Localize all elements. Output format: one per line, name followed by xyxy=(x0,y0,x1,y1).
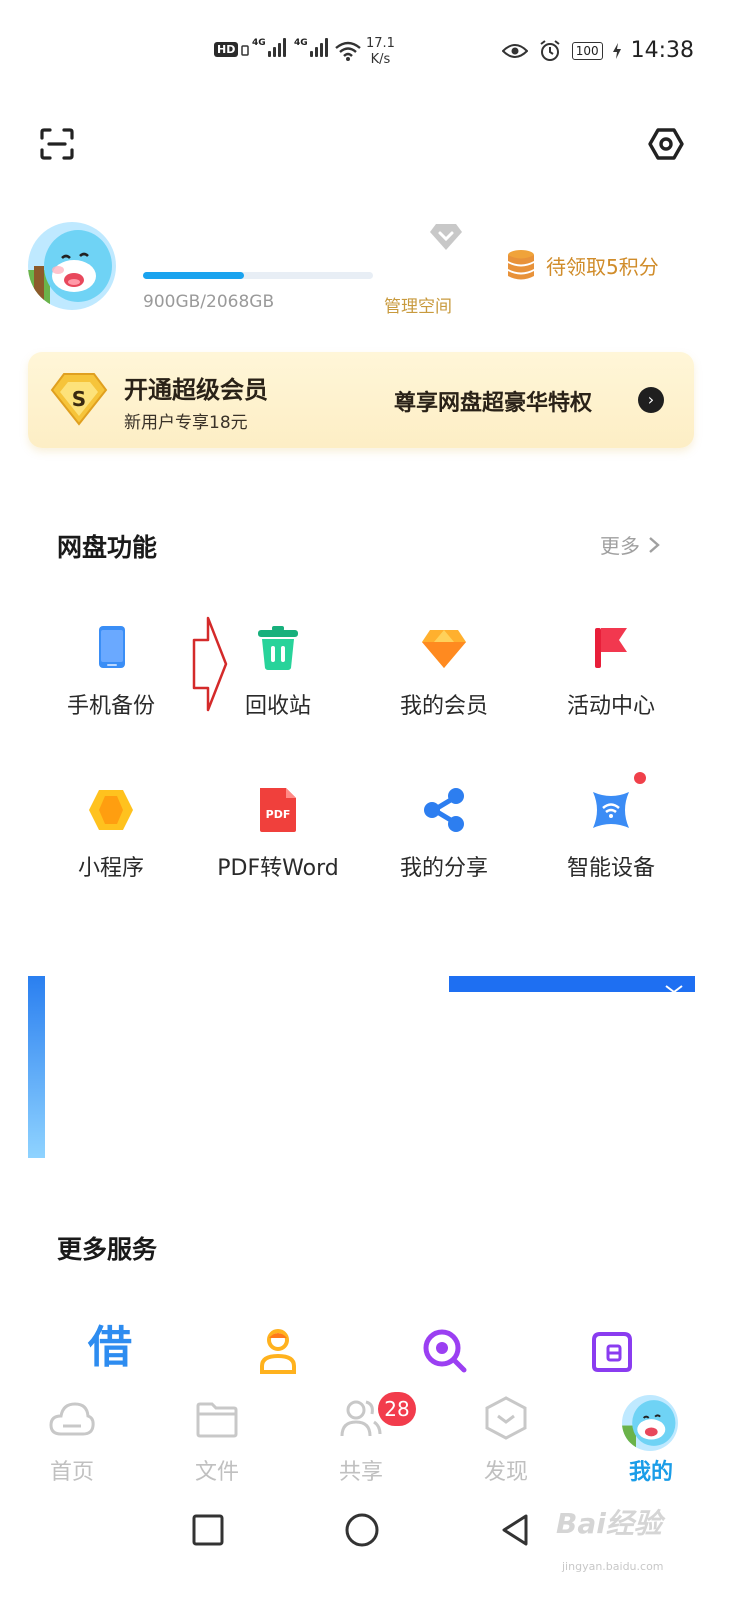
notification-dot xyxy=(634,772,646,784)
coin-stack-icon xyxy=(508,250,534,280)
feature-my-vip[interactable]: 我的会员 xyxy=(359,624,529,744)
feature-smart-device[interactable]: 智能设备 xyxy=(526,786,696,906)
avatar[interactable] xyxy=(28,222,116,310)
feature-phone-backup[interactable]: 手机备份 xyxy=(26,624,196,744)
feature-label: 我的会员 xyxy=(399,694,488,719)
svg-text:S: S xyxy=(72,387,86,411)
feature-label: PDF转Word xyxy=(217,856,339,881)
trash-icon xyxy=(258,626,298,670)
search-service-icon[interactable] xyxy=(420,1326,468,1374)
tab-discover[interactable]: 发现 xyxy=(461,1388,551,1486)
folder-icon xyxy=(196,1402,238,1438)
signal-icon: 4G xyxy=(252,38,288,57)
more-features-link[interactable]: 更多 xyxy=(600,530,660,559)
diamond-icon[interactable] xyxy=(428,222,464,252)
chevron-right-icon[interactable]: › xyxy=(638,387,664,413)
diamond-icon xyxy=(422,630,466,668)
tab-label: 我的 xyxy=(628,1460,673,1485)
mini-program-icon xyxy=(89,790,133,830)
settings-icon[interactable] xyxy=(648,126,684,162)
section-title-features: 网盘功能 xyxy=(57,533,158,562)
watermark-text: Bai经验 xyxy=(556,1507,662,1540)
phone-backup-icon xyxy=(99,626,125,668)
charging-icon xyxy=(612,42,621,59)
share-icon xyxy=(424,788,464,832)
tab-label: 首页 xyxy=(49,1460,94,1485)
watermark: Bai经验 xyxy=(556,1498,696,1548)
feature-label: 我的分享 xyxy=(399,856,488,881)
tab-label: 文件 xyxy=(194,1460,239,1485)
card-service-icon[interactable] xyxy=(588,1326,636,1374)
scan-icon[interactable] xyxy=(40,128,74,160)
customer-service-icon[interactable] xyxy=(254,1326,302,1374)
ad-banner-strip[interactable] xyxy=(449,976,695,992)
clock: 14:38 xyxy=(630,38,694,63)
storage-text: 900GB/2068GB xyxy=(143,292,275,312)
status-right: 100 14:38 xyxy=(501,38,694,63)
alarm-icon xyxy=(540,39,560,61)
avatar[interactable] xyxy=(622,1395,678,1451)
points-claim[interactable]: 待领取5积分 xyxy=(506,248,659,282)
storage-progress-bar xyxy=(143,272,373,279)
vip-title: 开通超级会员 xyxy=(124,376,268,404)
feature-mini-program[interactable]: 小程序 xyxy=(26,786,196,906)
network-type-label: 4G xyxy=(252,38,266,48)
feature-my-share[interactable]: 我的分享 xyxy=(359,786,529,906)
feature-label: 手机备份 xyxy=(66,694,155,719)
points-text: 待领取5积分 xyxy=(546,254,659,279)
close-icon[interactable] xyxy=(662,984,686,994)
battery-level: 100 xyxy=(571,41,603,60)
hd-label: HD xyxy=(214,42,239,57)
wifi-icon xyxy=(335,41,361,61)
eye-icon xyxy=(501,43,528,58)
feature-activity-center[interactable]: 活动中心 xyxy=(526,624,696,744)
signal-icon: 4G xyxy=(294,38,330,57)
discover-icon xyxy=(485,1396,527,1440)
svg-text:PDF: PDF xyxy=(266,808,291,821)
storage-progress-fill xyxy=(143,272,245,279)
tab-label: 共享 xyxy=(338,1460,383,1485)
feature-label: 活动中心 xyxy=(566,694,655,719)
super-vip-badge-icon: S xyxy=(50,373,108,426)
back-icon[interactable] xyxy=(496,1510,536,1550)
flag-icon xyxy=(595,628,627,668)
share-badge: 28 xyxy=(378,1392,416,1426)
network-type-label: 4G xyxy=(294,38,308,48)
speed-unit: K/s xyxy=(370,52,391,67)
tab-files[interactable]: 文件 xyxy=(172,1388,262,1486)
chevron-right-icon xyxy=(649,536,660,553)
tab-home[interactable]: 首页 xyxy=(27,1388,117,1486)
section-title-services: 更多服务 xyxy=(57,1235,158,1264)
ad-banner-edge xyxy=(28,976,45,1158)
vip-banner[interactable]: S 开通超级会员 新用户专享18元 尊享网盘超豪华特权 › xyxy=(28,352,694,448)
status-bar: HD 4G 4G 17.1 K/s 100 14:38 xyxy=(0,0,738,100)
smart-device-icon xyxy=(593,792,629,828)
recents-icon[interactable] xyxy=(188,1510,228,1550)
home-icon[interactable] xyxy=(342,1510,382,1550)
tab-label: 发现 xyxy=(483,1460,528,1485)
feature-label: 智能设备 xyxy=(566,856,655,881)
manage-space-link[interactable]: 管理空间 xyxy=(384,292,452,317)
watermark-url: jingyan.baidu.com xyxy=(562,1560,664,1573)
feature-pdf-to-word[interactable]: PDF PDF转Word xyxy=(193,786,363,906)
people-icon xyxy=(340,1400,382,1437)
loan-service-icon[interactable]: 借 xyxy=(88,1322,132,1374)
volte-icon xyxy=(241,44,250,56)
vip-subtitle: 新用户专享18元 xyxy=(124,413,248,433)
vip-promo: 尊享网盘超豪华特权 xyxy=(394,391,593,416)
speed-value: 17.1 xyxy=(366,36,395,51)
pdf-icon: PDF xyxy=(260,788,296,832)
annotation-arrow-icon xyxy=(192,616,228,712)
feature-label: 小程序 xyxy=(77,856,144,881)
cloud-icon xyxy=(49,1402,95,1436)
more-label: 更多 xyxy=(600,534,640,558)
hd-indicator: HD xyxy=(214,42,250,57)
network-speed: 17.1 K/s xyxy=(366,36,395,68)
